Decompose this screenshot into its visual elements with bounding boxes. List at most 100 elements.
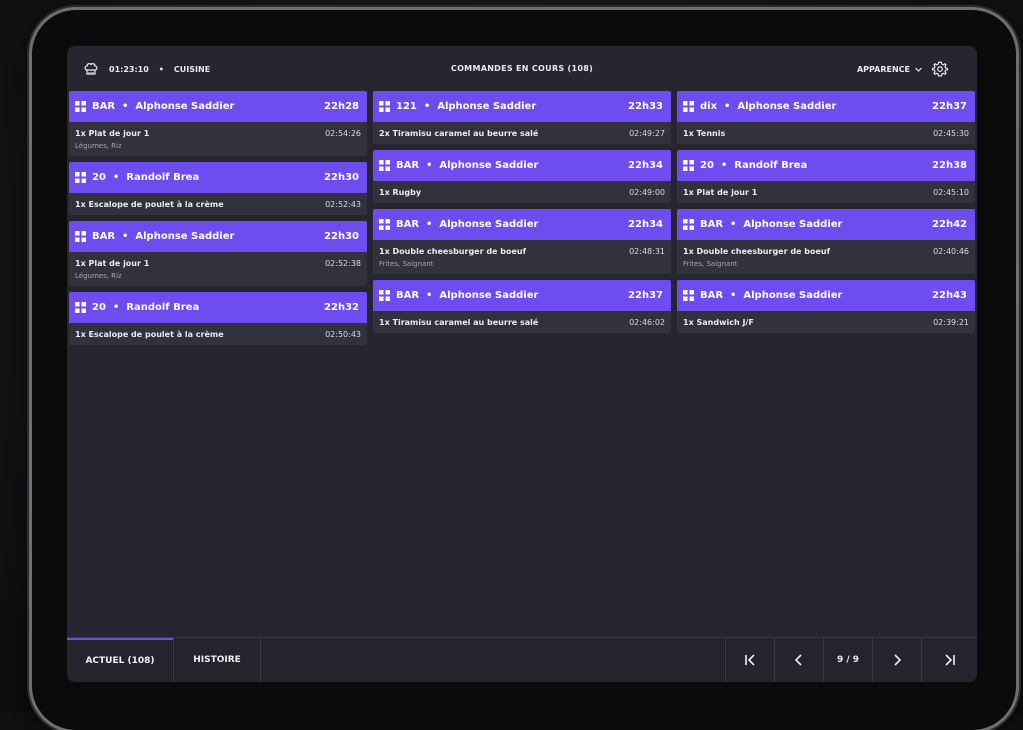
bottom-bar: ACTUEL (108) HISTOIRE 9 / 9	[67, 637, 977, 682]
order-location: BAR	[396, 219, 420, 230]
settings-gear-icon[interactable]	[931, 60, 949, 78]
top-bar: 01:23:10 • CUISINE COMMANDES EN COURS (1…	[67, 46, 977, 90]
separator-dot: •	[419, 160, 440, 171]
elapsed-time: 02:49:00	[629, 188, 665, 197]
order-body: 1x Rugby 02:49:00	[373, 181, 671, 203]
order-time: 22h38	[932, 160, 967, 171]
order-header: 20 • Randolf Brea 22h38	[677, 150, 975, 181]
tab-current[interactable]: ACTUEL (108)	[67, 638, 173, 682]
order-item: 1x Plat de jour 1 02:45:10	[683, 188, 969, 197]
order-location: BAR	[700, 290, 724, 301]
order-title: BAR • Alphonse Saddier	[92, 101, 324, 112]
order-header: BAR • Alphonse Saddier 22h43	[677, 280, 975, 311]
order-item: 1x Tiramisu caramel au beurre salé 02:46:…	[379, 318, 665, 327]
order-customer: Randolf Brea	[126, 302, 200, 313]
separator-dot: •	[419, 290, 440, 301]
order-location: BAR	[396, 160, 420, 171]
order-customer: Alphonse Saddier	[743, 219, 843, 230]
order-item: 1x Rugby 02:49:00	[379, 188, 665, 197]
order-body: 1x Sandwich J/F 02:39:21	[677, 311, 975, 333]
next-page-button[interactable]	[873, 638, 921, 682]
order-customer: Alphonse Saddier	[743, 290, 843, 301]
first-page-button[interactable]	[726, 638, 774, 682]
grid-icon	[75, 302, 86, 313]
order-card[interactable]: BAR • Alphonse Saddier 22h34 1x Rugby 02:49…	[373, 150, 671, 203]
order-item: 1x Tennis 02:45:30	[683, 129, 969, 138]
grid-icon	[75, 172, 86, 183]
order-time: 22h32	[324, 302, 359, 313]
order-card[interactable]: BAR • Alphonse Saddier 22h43 1x Sandwich J…	[677, 280, 975, 333]
chevron-down-icon	[915, 67, 922, 72]
item-text: 1x Escalope de poulet à la crème	[75, 330, 224, 339]
order-card[interactable]: dix • Alphonse Saddier 22h37 1x Tennis 02:4…	[677, 91, 975, 144]
grid-icon	[379, 160, 390, 171]
grid-icon	[379, 290, 390, 301]
separator-dot: •	[713, 160, 735, 171]
separator-dot: •	[723, 290, 744, 301]
order-location: 20	[92, 302, 106, 313]
separator-dot: •	[717, 101, 738, 112]
order-customer: Alphonse Saddier	[135, 101, 235, 112]
order-header: BAR • Alphonse Saddier 22h37	[373, 280, 671, 311]
elapsed-time: 02:48:31	[629, 247, 665, 256]
order-card[interactable]: 20 • Randolf Brea 22h32 1x Escalope de pou…	[69, 292, 367, 345]
separator-dot: •	[115, 101, 136, 112]
order-item: 1x Double cheesburger de boeuf 02:40:46	[683, 247, 969, 256]
order-location: dix	[700, 101, 718, 112]
order-card[interactable]: BAR • Alphonse Saddier 22h42 1x Double che…	[677, 209, 975, 274]
order-body: 1x Plat de jour 1 02:52:38 Légumes, Riz	[69, 252, 367, 286]
order-customer: Alphonse Saddier	[439, 290, 539, 301]
last-page-button[interactable]	[922, 638, 977, 682]
elapsed-time: 02:49:27	[629, 129, 665, 138]
order-card[interactable]: 121 • Alphonse Saddier 22h33 2x Tiramisu c…	[373, 91, 671, 144]
order-customer: Randolf Brea	[734, 160, 808, 171]
order-card[interactable]: BAR • Alphonse Saddier 22h28 1x Plat de jo…	[69, 91, 367, 156]
order-header: BAR • Alphonse Saddier 22h28	[69, 91, 367, 122]
order-title: 20 • Randolf Brea	[700, 160, 932, 171]
order-header: dix • Alphonse Saddier 22h37	[677, 91, 975, 122]
order-header: 20 • Randolf Brea 22h32	[69, 292, 367, 323]
order-body: 1x Escalope de poulet à la crème 02:52:43	[69, 193, 367, 215]
elapsed-time: 02:46:02	[629, 318, 665, 327]
order-header: BAR • Alphonse Saddier 22h34	[373, 209, 671, 240]
item-text: 1x Tiramisu caramel au beurre salé	[379, 318, 539, 327]
separator-dot: •	[416, 101, 438, 112]
grid-icon	[683, 101, 694, 112]
separator-dot: •	[105, 302, 127, 313]
separator-dot: •	[723, 219, 744, 230]
orders-column-2: 121 • Alphonse Saddier 22h33 2x Tiramisu c…	[373, 91, 671, 345]
grid-icon	[75, 231, 86, 242]
orders-column-1: BAR • Alphonse Saddier 22h28 1x Plat de jo…	[69, 91, 367, 345]
last-page-icon	[944, 654, 955, 666]
appearance-dropdown[interactable]: APPARENCE	[857, 65, 923, 74]
order-body: 1x Plat de jour 1 02:54:26 Légumes, Riz	[69, 122, 367, 156]
order-location: BAR	[92, 101, 116, 112]
elapsed-time: 02:45:10	[933, 188, 969, 197]
grid-icon	[683, 219, 694, 230]
order-time: 22h34	[628, 219, 663, 230]
order-title: BAR • Alphonse Saddier	[92, 231, 324, 242]
order-card[interactable]: BAR • Alphonse Saddier 22h34 1x Double che…	[373, 209, 671, 274]
order-time: 22h30	[324, 231, 359, 242]
elapsed-time: 02:52:38	[325, 259, 361, 268]
order-card[interactable]: BAR • Alphonse Saddier 22h37 1x Tiramisu c…	[373, 280, 671, 333]
item-text: 1x Escalope de poulet à la crème	[75, 200, 224, 209]
order-card[interactable]: 20 • Randolf Brea 22h30 1x Escalope de pou…	[69, 162, 367, 215]
order-item: 1x Escalope de poulet à la crème 02:52:43	[75, 200, 361, 209]
order-customer: Randolf Brea	[126, 172, 200, 183]
item-text: 1x Double cheesburger de boeuf	[379, 247, 527, 256]
order-title: BAR • Alphonse Saddier	[396, 219, 628, 230]
order-time: 22h33	[628, 101, 663, 112]
appearance-label: APPARENCE	[856, 64, 910, 74]
item-note: Frites, Saignant	[683, 260, 738, 268]
separator-dot: •	[419, 219, 440, 230]
first-page-icon	[745, 654, 755, 666]
order-card[interactable]: BAR • Alphonse Saddier 22h30 1x Plat de jo…	[69, 221, 367, 286]
order-customer: Alphonse Saddier	[737, 101, 837, 112]
order-card[interactable]: 20 • Randolf Brea 22h38 1x Plat de jour 10…	[677, 150, 975, 203]
tab-history[interactable]: HISTOIRE	[174, 638, 260, 682]
order-title: BAR • Alphonse Saddier	[396, 290, 628, 301]
orders-grid: BAR • Alphonse Saddier 22h28 1x Plat de jo…	[69, 91, 975, 345]
item-text: 2x Tiramisu caramel au beurre salé	[379, 129, 539, 138]
previous-page-button[interactable]	[775, 638, 823, 682]
